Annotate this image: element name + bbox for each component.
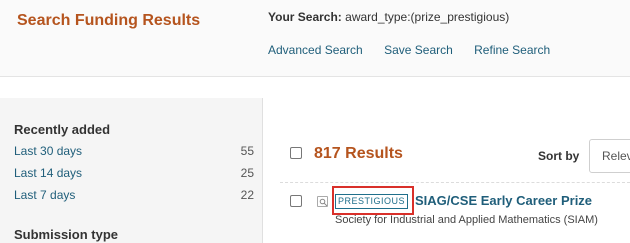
preview-icon[interactable] <box>317 196 328 207</box>
filter-label[interactable]: Last 7 days <box>14 188 75 202</box>
filter-label[interactable]: Last 30 days <box>14 144 82 158</box>
divider <box>280 182 630 183</box>
your-search-query: award_type:(prize_prestigious) <box>345 10 510 24</box>
result-checkbox[interactable] <box>290 195 302 207</box>
result-title-link[interactable]: SIAG/CSE Early Career Prize <box>415 193 592 208</box>
refine-search-link[interactable]: Refine Search <box>474 43 550 57</box>
submission-type-heading: Submission type <box>14 227 119 242</box>
filter-count: 25 <box>240 166 254 180</box>
results-panel: 817 Results Sort by Relev PRESTIGIOUS SI… <box>264 98 630 243</box>
filter-last-7-days[interactable]: Last 7 days 22 <box>14 188 254 206</box>
page-title: Search Funding Results <box>17 12 201 29</box>
current-search: Your Search: award_type:(prize_prestigio… <box>268 10 509 24</box>
filter-count: 22 <box>240 188 254 202</box>
sort-by-label: Sort by <box>538 149 580 163</box>
select-all-checkbox[interactable] <box>290 147 302 159</box>
filter-label[interactable]: Last 14 days <box>14 166 82 180</box>
recently-added-heading: Recently added <box>14 122 111 137</box>
header-bar: Search Funding Results Your Search: awar… <box>0 0 630 77</box>
your-search-label: Your Search: <box>268 10 342 24</box>
filter-count: 55 <box>240 144 254 158</box>
filter-last-30-days[interactable]: Last 30 days 55 <box>14 144 254 162</box>
search-actions: Advanced Search Save Search Refine Searc… <box>268 43 568 57</box>
filter-sidebar: Recently added Last 30 days 55 Last 14 d… <box>0 98 263 243</box>
filter-last-14-days[interactable]: Last 14 days 25 <box>14 166 254 184</box>
award-type-badge: PRESTIGIOUS <box>335 194 409 209</box>
results-count: 817 Results <box>314 145 403 162</box>
sort-select[interactable]: Relev <box>589 139 630 173</box>
advanced-search-link[interactable]: Advanced Search <box>268 43 363 57</box>
save-search-link[interactable]: Save Search <box>384 43 453 57</box>
result-sponsor: Society for Industrial and Applied Mathe… <box>335 214 598 226</box>
